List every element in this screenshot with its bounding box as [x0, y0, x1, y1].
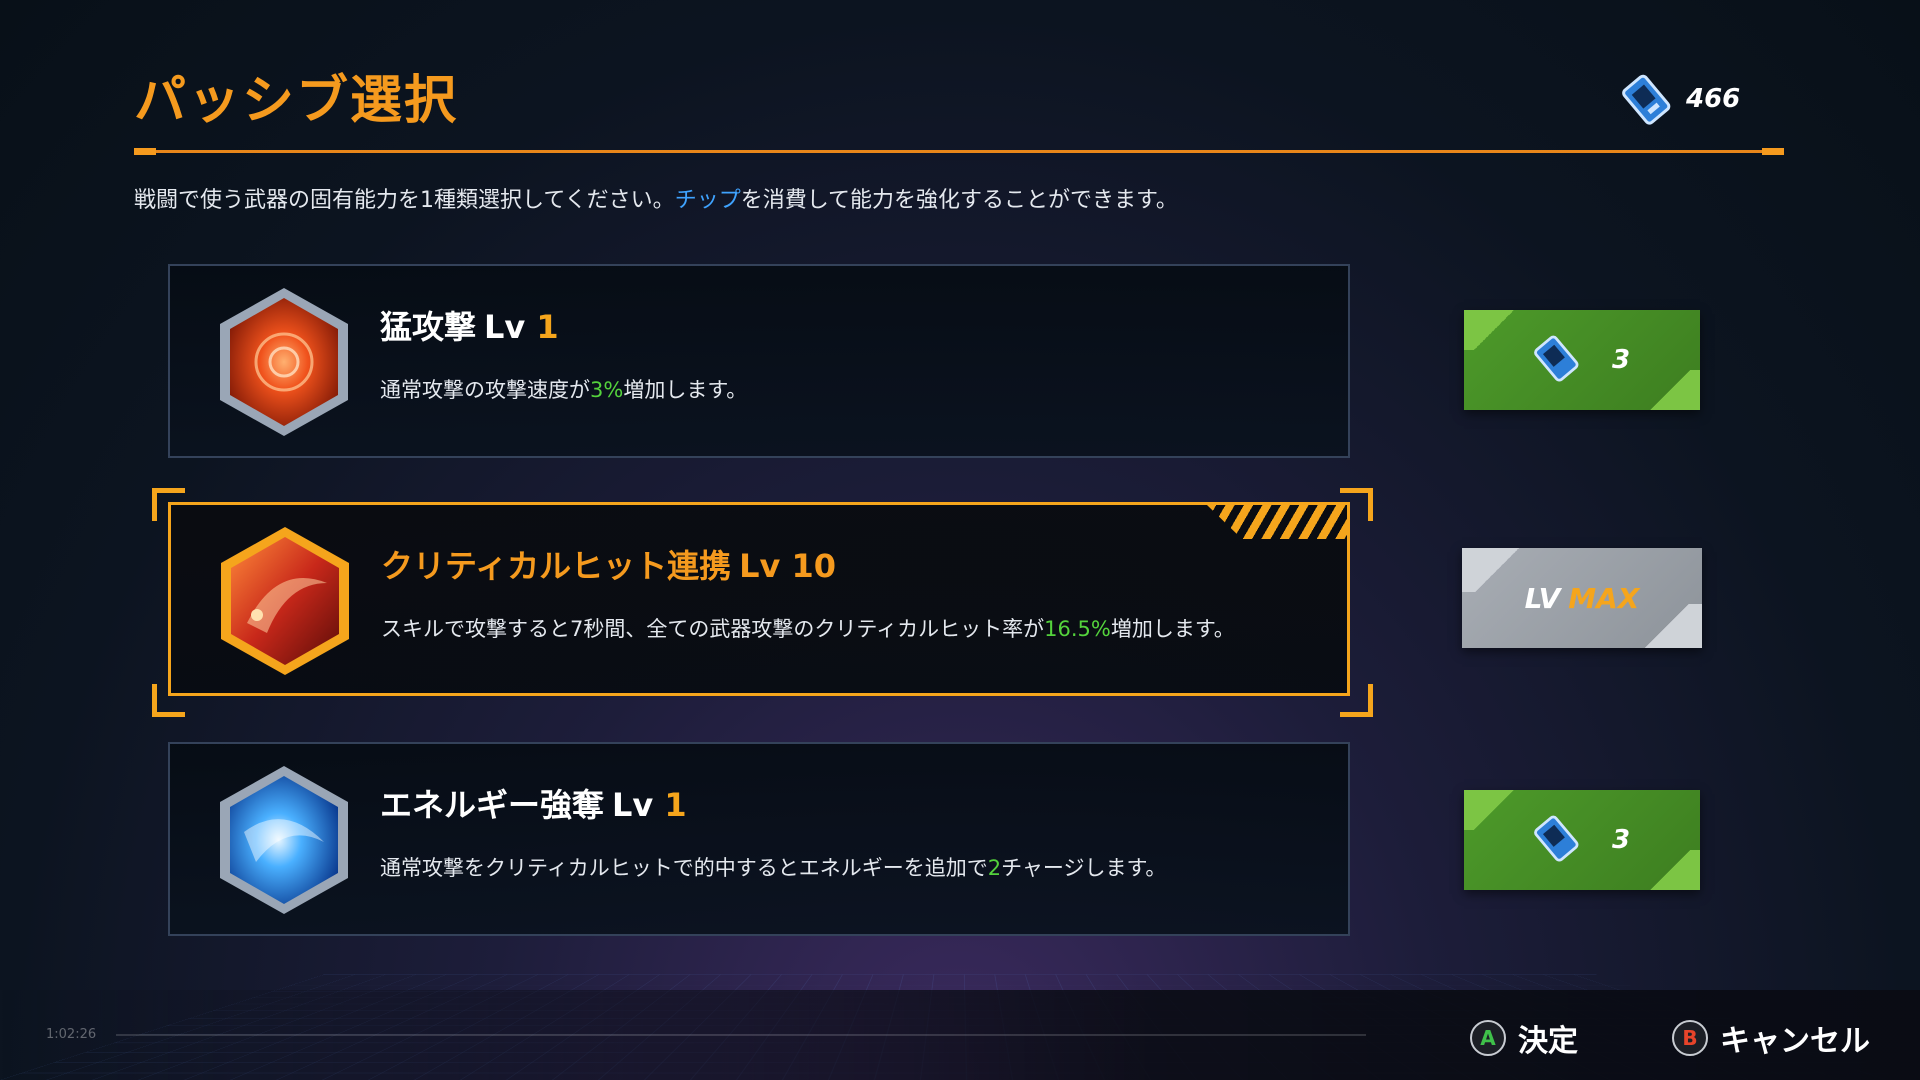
skill-card-fierce-attack[interactable]: 猛攻撃 Lv 1 通常攻撃の攻撃速度が3%増加します。 [168, 264, 1350, 458]
confirm-label: 決定 [1518, 1024, 1578, 1059]
upgrade-cost: 3 [1611, 825, 1631, 855]
skill-description: スキルで攻撃すると7秒間、全ての武器攻撃のクリティカルヒット率が16.5%増加し… [381, 617, 1235, 641]
upgrade-cost: 3 [1611, 345, 1631, 375]
upgrade-button-energy-steal[interactable]: 3 [1464, 790, 1700, 890]
chip-icon [1534, 333, 1580, 387]
skill-name: 猛攻撃 Lv 1 [380, 308, 559, 346]
page-title: パッシブ選択 [134, 71, 459, 131]
upgrade-button-fierce-attack[interactable]: 3 [1464, 310, 1700, 410]
critical-chain-icon [221, 527, 349, 675]
b-button-icon: B [1672, 1020, 1708, 1056]
chip-link: チップ [674, 188, 741, 213]
skill-level: 10 [791, 547, 837, 585]
skill-level: 1 [536, 308, 559, 346]
footer-divider [116, 1034, 1366, 1036]
skill-card-energy-steal[interactable]: エネルギー強奪 Lv 1 通常攻撃をクリティカルヒットで的中するとエネルギーを追加… [168, 742, 1350, 936]
chip-icon [1622, 72, 1672, 126]
skill-description: 通常攻撃の攻撃速度が3%増加します。 [380, 378, 748, 402]
selected-stripes [1207, 505, 1347, 539]
skill-name: エネルギー強奪 Lv 1 [380, 786, 687, 824]
skill-name: クリティカルヒット連携 Lv 10 [381, 547, 837, 585]
confirm-prompt[interactable]: A 決定 [1470, 1016, 1578, 1060]
chip-counter: 466 [1622, 72, 1740, 126]
skill-description: 通常攻撃をクリティカルヒットで的中するとエネルギーを追加で2チャージします。 [380, 856, 1167, 880]
skill-level: 1 [664, 786, 687, 824]
skill-card-critical-chain[interactable]: クリティカルヒット連携 Lv 10 スキルで攻撃すると7秒間、全ての武器攻撃のクリ… [168, 502, 1350, 696]
timestamp: 1:02:26 [46, 1027, 97, 1042]
cancel-prompt[interactable]: B キャンセル [1672, 1016, 1870, 1060]
a-button-icon: A [1470, 1020, 1506, 1056]
instruction-text: 戦闘で使う武器の固有能力を1種類選択してください。チップを消費して能力を強化する… [134, 188, 1178, 213]
fierce-attack-icon [220, 288, 348, 436]
chip-count: 466 [1686, 84, 1741, 114]
header-divider [134, 148, 1784, 155]
cancel-label: キャンセル [1720, 1024, 1870, 1059]
chip-icon [1534, 813, 1580, 867]
level-max-button[interactable]: LV MAX [1462, 548, 1702, 648]
energy-steal-icon [220, 766, 348, 914]
